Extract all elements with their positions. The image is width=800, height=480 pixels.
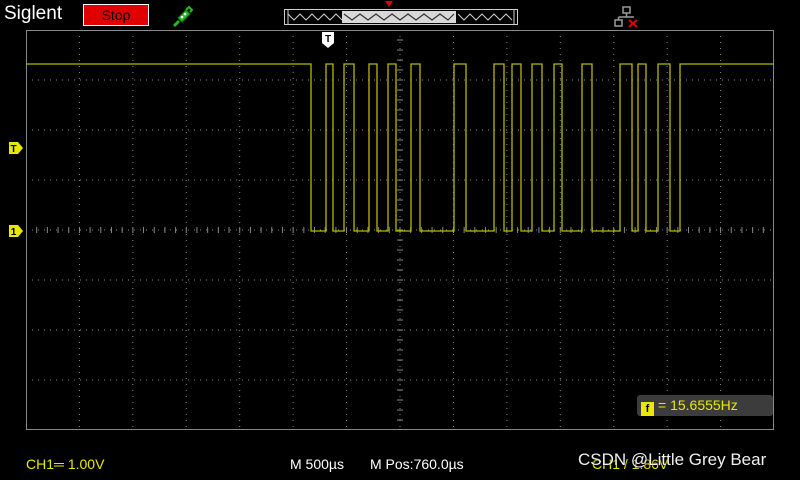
trigger-time-marker[interactable]: T [321, 31, 335, 49]
network-disconnected-icon [614, 6, 638, 28]
frequency-value: = 15.6555Hz [658, 397, 738, 413]
brand-label: Siglent [4, 3, 63, 24]
waveform-grid [26, 30, 774, 430]
trigger-time-label: T [325, 34, 331, 45]
channel1-scale[interactable]: CH1═ 1.00V [26, 456, 104, 472]
ch1-trace [26, 63, 774, 232]
channel1-ground-label: 1 [11, 227, 17, 238]
trigger-level-marker[interactable]: T [8, 141, 24, 155]
trigger-position-icon [385, 1, 393, 7]
watermark: CSDN @Little Grey Bear [578, 450, 767, 469]
probe-icon [173, 5, 194, 27]
waveform-display[interactable] [26, 30, 774, 430]
top-status-bar: Siglent Stop [0, 0, 800, 30]
memory-position-icon[interactable] [284, 9, 518, 25]
timebase-readout[interactable]: M 500µs [290, 456, 344, 472]
channel1-ground-marker[interactable]: 1 [8, 224, 24, 238]
frequency-counter: f = 15.6555Hz [637, 395, 773, 416]
horizontal-position[interactable]: M Pos:760.0µs [370, 456, 464, 472]
trigger-level-label: T [10, 144, 16, 155]
bottom-status-bar: CH1═ 1.00V M 500µs M Pos:760.0µs CH1 / 1… [0, 450, 800, 480]
run-stop-indicator[interactable]: Stop [83, 4, 149, 26]
frequency-icon: f [641, 402, 654, 416]
